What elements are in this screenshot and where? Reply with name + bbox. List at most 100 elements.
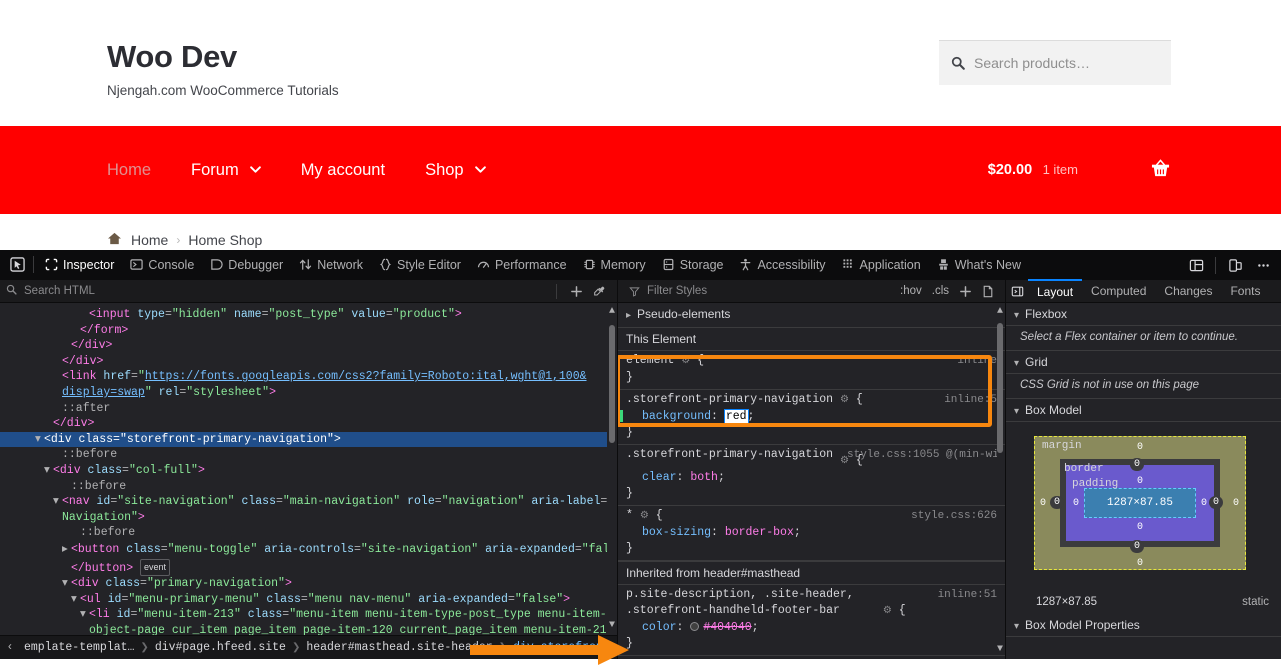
eyedropper-icon[interactable] xyxy=(588,285,611,298)
hover-states-button[interactable]: :hov xyxy=(895,285,927,297)
padding-bottom-value[interactable]: 0 xyxy=(1133,522,1147,533)
expand-arrow-icon[interactable]: ▸ xyxy=(62,542,71,558)
gear-icon[interactable]: ⚙ xyxy=(681,354,690,370)
dom-node[interactable]: <input type="hidden" name="post_type" va… xyxy=(0,307,617,323)
margin-right-value[interactable]: 0 xyxy=(1230,498,1242,509)
box-model-section-header[interactable]: Box Model xyxy=(1006,399,1281,422)
dom-node[interactable]: </button> event xyxy=(0,558,617,577)
property-name[interactable]: color xyxy=(626,620,677,636)
element-picker-icon[interactable] xyxy=(4,252,30,278)
rule-selector[interactable]: element xyxy=(626,354,674,367)
expand-sidebar-icon[interactable] xyxy=(1006,285,1028,298)
gear-icon[interactable]: ⚙ xyxy=(640,509,649,525)
scroll-up-arrow[interactable]: ▲ xyxy=(607,304,617,320)
scroll-up-arrow[interactable]: ▲ xyxy=(995,304,1005,320)
dom-node[interactable]: display=swap" rel="stylesheet"> xyxy=(0,385,617,401)
rule-source[interactable]: style.css:1055 @(min-width: 768px) xyxy=(847,447,997,463)
dom-node[interactable]: ::after xyxy=(0,401,617,417)
margin-bottom-value[interactable]: 0 xyxy=(1133,558,1147,569)
collapse-arrow-icon[interactable]: ▾ xyxy=(53,494,62,510)
scrollbar-thumb[interactable] xyxy=(997,323,1003,453)
color-swatch[interactable] xyxy=(690,622,700,631)
tab-computed[interactable]: Computed xyxy=(1082,280,1155,303)
dom-tree[interactable]: <input type="hidden" name="post_type" va… xyxy=(0,303,617,635)
basket-icon[interactable] xyxy=(1150,158,1171,182)
tab-style-editor[interactable]: Style Editor xyxy=(371,250,469,280)
breadcrumb-item-1[interactable]: div#page.hfeed.site xyxy=(149,641,292,654)
filter-styles-input[interactable] xyxy=(645,284,895,298)
dom-node[interactable]: object-page cur_item page_item page-item… xyxy=(0,623,617,635)
tab-changes[interactable]: Changes xyxy=(1155,280,1221,303)
css-rule-storefront-primary-navigation-media[interactable]: .storefront-primary-navigation ⚙ { style… xyxy=(618,445,1005,506)
property-name[interactable]: clear xyxy=(626,470,677,486)
dom-node-selected[interactable]: ▾ <div class="storefront-primary-navigati… xyxy=(0,431,617,448)
dom-node[interactable]: ▾ <div class="col-full"> xyxy=(0,463,617,479)
css-rule-storefront-primary-navigation-inline[interactable]: .storefront-primary-navigation ⚙ { inlin… xyxy=(618,390,1005,445)
css-rules-list[interactable]: Pseudo-elements This Element element ⚙ {… xyxy=(618,303,1005,659)
nav-item-my-account[interactable]: My account xyxy=(301,126,385,214)
tab-inspector[interactable]: Inspector xyxy=(37,250,122,280)
box-model-diagram[interactable]: 1287×87.85 margin border padding 0 0 0 0… xyxy=(1006,422,1281,592)
dom-node[interactable]: ▾ <nav id="site-navigation" class="main-n… xyxy=(0,494,617,510)
breadcrumb-scroll-left-icon[interactable]: ‹ xyxy=(2,641,18,654)
declaration-background[interactable]: background: red; xyxy=(626,409,997,425)
margin-left-value[interactable]: 0 xyxy=(1037,498,1049,509)
tab-memory[interactable]: Memory xyxy=(575,250,654,280)
pseudo-elements-header[interactable]: Pseudo-elements xyxy=(618,303,1005,328)
rule-selector[interactable]: p.site-description, .site-header, .store… xyxy=(626,587,876,619)
rule-source[interactable]: inline xyxy=(957,353,997,369)
dom-node[interactable]: </div> xyxy=(0,354,617,370)
rule-selector[interactable]: * xyxy=(626,509,633,522)
nav-item-shop[interactable]: Shop xyxy=(425,126,486,214)
flexbox-section-header[interactable]: Flexbox xyxy=(1006,303,1281,326)
scrollbar-thumb[interactable] xyxy=(609,325,615,443)
dom-node[interactable]: ::before xyxy=(0,447,617,463)
cart-contents[interactable]: $20.00 1 item xyxy=(988,126,1171,214)
dom-node[interactable]: </form> xyxy=(0,323,617,339)
tab-accessibility[interactable]: Accessibility xyxy=(731,250,833,280)
scroll-down-arrow[interactable]: ▼ xyxy=(995,642,1005,658)
tab-network[interactable]: Network xyxy=(291,250,371,280)
chevron-down-icon[interactable] xyxy=(474,164,486,176)
print-styles-icon[interactable] xyxy=(977,285,999,298)
dom-node[interactable]: Navigation"> xyxy=(0,510,617,526)
scroll-down-arrow[interactable]: ▼ xyxy=(607,618,617,634)
class-panel-button[interactable]: .cls xyxy=(927,285,954,297)
breadcrumb-item-0[interactable]: emplate-templat… xyxy=(18,641,140,654)
product-search-form[interactable] xyxy=(939,40,1171,85)
more-options-icon[interactable] xyxy=(1251,253,1275,277)
css-rule-universal[interactable]: * ⚙ { style.css:626 box-sizing: border-b… xyxy=(618,506,1005,561)
breadcrumb-item-2[interactable]: header#masthead.site-header xyxy=(300,641,498,654)
site-title[interactable]: Woo Dev xyxy=(107,39,339,74)
border-top-value[interactable]: 0 xyxy=(1130,458,1145,471)
declaration-color[interactable]: color: #404040; xyxy=(626,620,997,636)
add-rule-icon[interactable] xyxy=(954,285,977,298)
rule-selector[interactable]: .storefront-primary-navigation xyxy=(626,447,833,463)
breadcrumb-item-3[interactable]: div.storefront-primary-navigation xyxy=(507,641,617,654)
declaration-box-sizing[interactable]: box-sizing: border-box; xyxy=(626,525,997,541)
tab-whats-new[interactable]: What's New xyxy=(929,250,1029,280)
responsive-design-mode-icon[interactable] xyxy=(1223,253,1247,277)
declaration-clear[interactable]: clear: both; xyxy=(626,470,997,486)
dom-node[interactable]: <link href="https://fonts.googleapis.com… xyxy=(0,369,617,385)
search-input[interactable] xyxy=(972,54,1159,72)
dom-node[interactable]: ::before xyxy=(0,479,617,495)
gear-icon[interactable]: ⚙ xyxy=(840,393,849,409)
collapse-arrow-icon[interactable]: ▾ xyxy=(80,607,89,623)
breadcrumb-link-home[interactable]: Home xyxy=(131,232,168,248)
dock-layout-icon[interactable] xyxy=(1184,253,1208,277)
nav-item-home[interactable]: Home xyxy=(107,126,151,214)
search-html-input[interactable] xyxy=(22,284,548,298)
gear-icon[interactable]: ⚙ xyxy=(883,604,892,620)
markup-scrollbar[interactable]: ▲ ▼ xyxy=(607,303,617,635)
property-name[interactable]: background xyxy=(626,409,711,425)
rules-scrollbar[interactable]: ▲ ▼ xyxy=(995,303,1005,659)
property-value-editor[interactable]: red xyxy=(723,409,749,424)
collapse-arrow-icon[interactable]: ▾ xyxy=(35,432,44,448)
grid-section-header[interactable]: Grid xyxy=(1006,351,1281,374)
margin-top-value[interactable]: 0 xyxy=(1133,442,1147,453)
rule-source[interactable]: style.css:626 xyxy=(911,508,997,524)
rule-source[interactable]: inline:51 xyxy=(938,587,997,603)
tab-debugger[interactable]: Debugger xyxy=(202,250,291,280)
tab-storage[interactable]: Storage xyxy=(654,250,732,280)
